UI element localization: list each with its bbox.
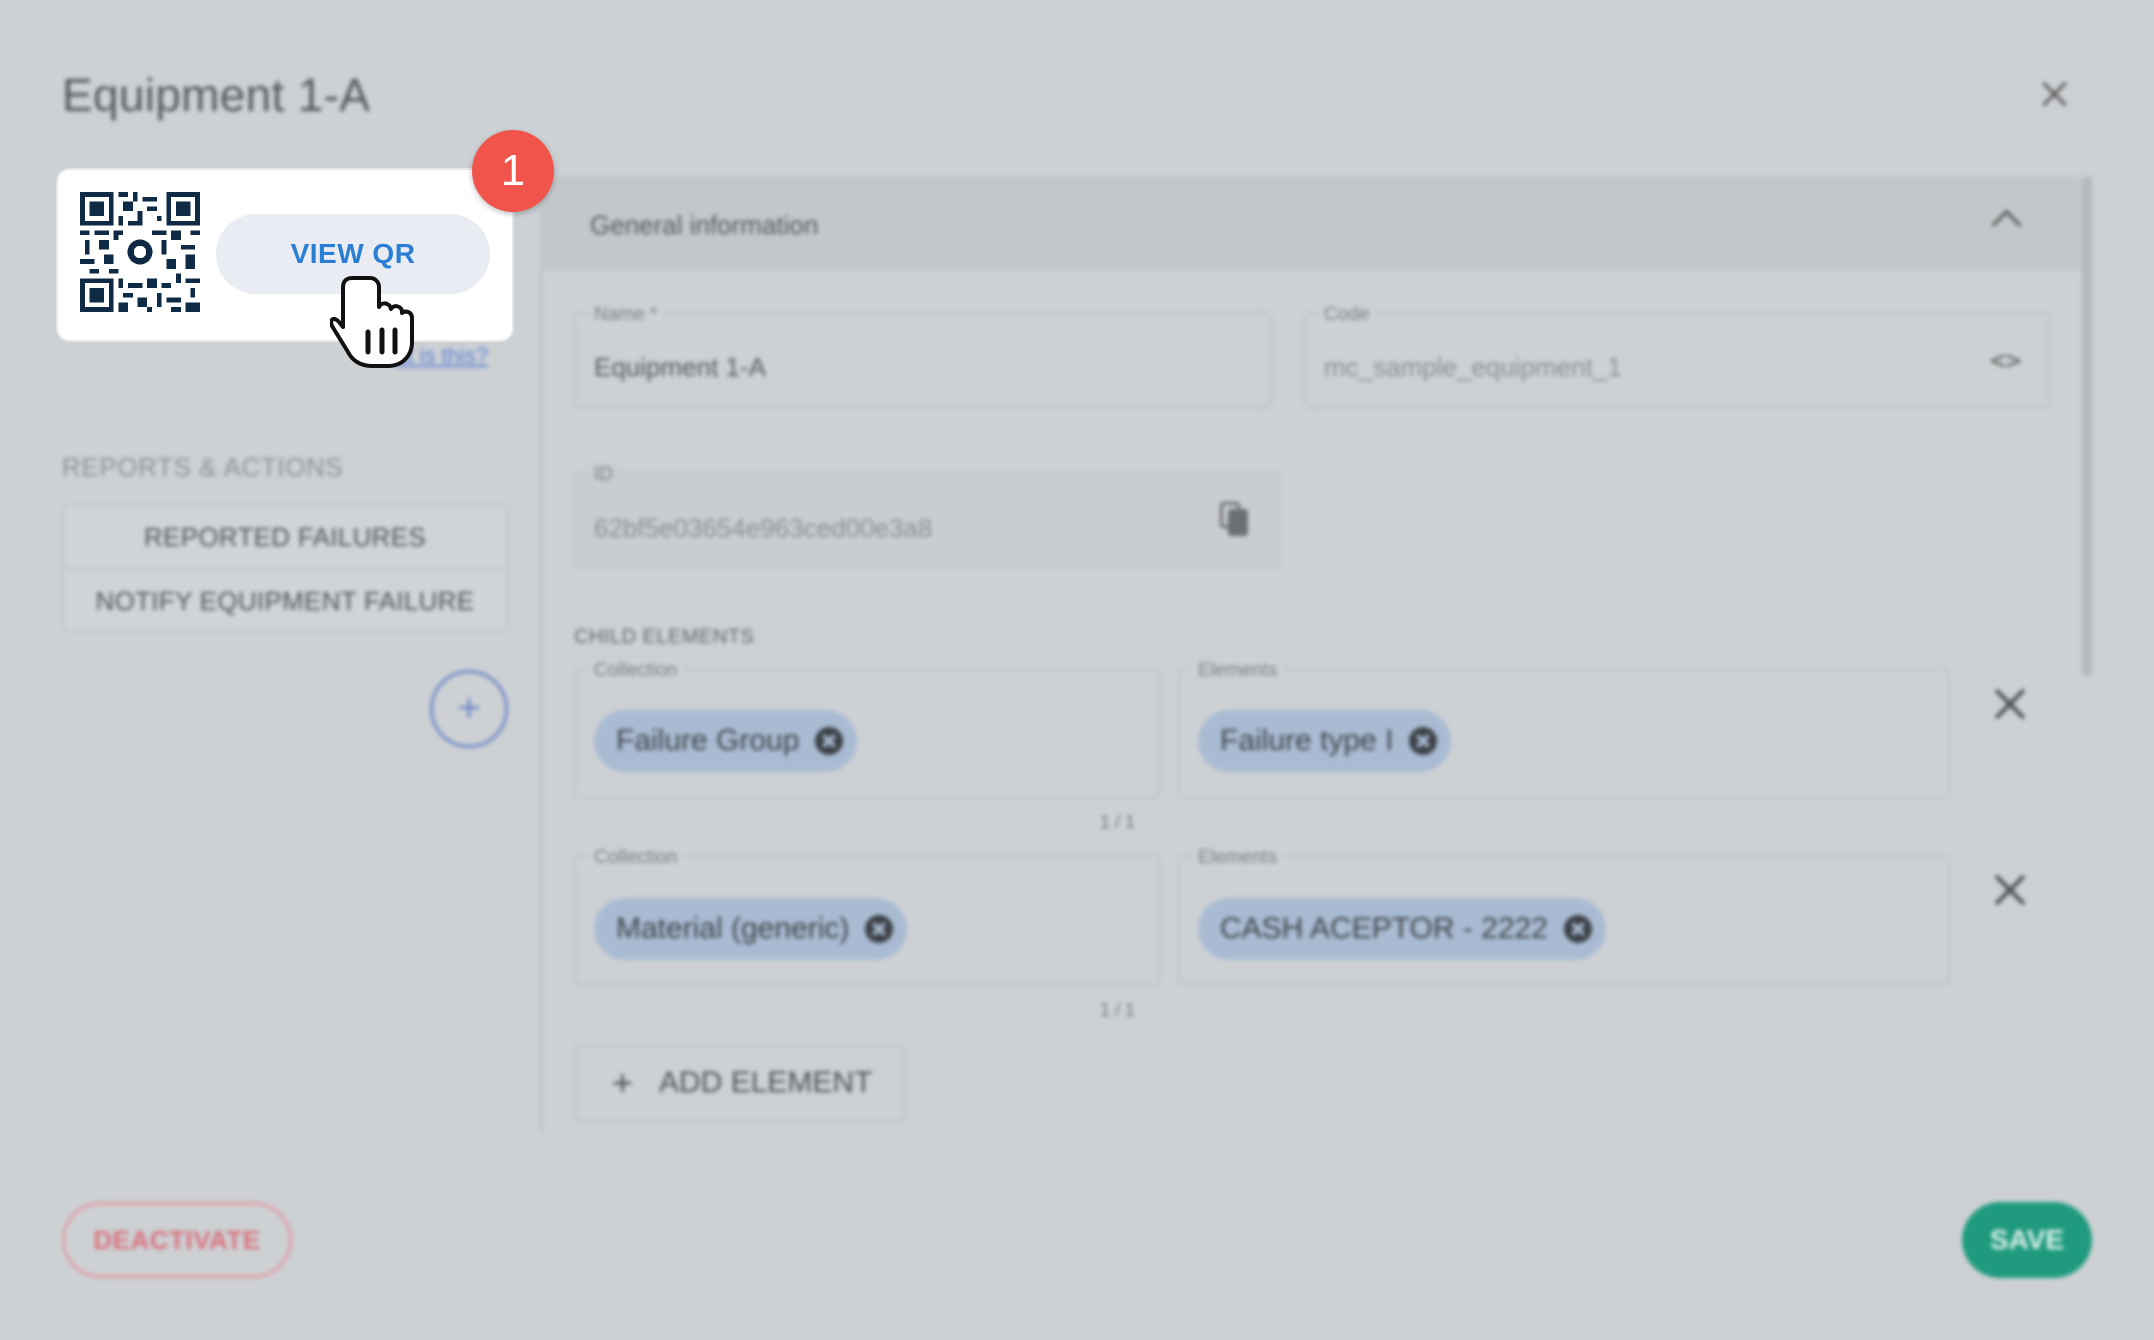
general-info-title: General information: [590, 210, 819, 240]
reports-actions-heading: REPORTS & ACTIONS: [62, 452, 344, 482]
step-badge: 1: [472, 130, 554, 212]
copy-icon[interactable]: [1220, 502, 1248, 536]
remove-chip-icon[interactable]: [1563, 915, 1592, 943]
actions-list: REPORTED FAILURES NOTIFY EQUIPMENT FAILU…: [62, 504, 508, 632]
row-counter: 1 / 1: [1100, 1000, 1136, 1020]
element-chip[interactable]: CASH ACEPTOR - 2222: [1198, 898, 1606, 960]
chip-label: Failure type I: [1220, 724, 1394, 757]
id-label: ID: [588, 464, 619, 486]
remove-chip-icon[interactable]: [815, 727, 844, 755]
close-icon[interactable]: [2036, 76, 2072, 112]
scrollbar[interactable]: [2082, 176, 2092, 676]
plus-icon: +: [457, 686, 481, 730]
chip-label: Failure Group: [616, 724, 800, 757]
code-icon[interactable]: <>: [1990, 346, 2021, 376]
element-chip[interactable]: Failure type I: [1198, 710, 1452, 772]
remove-chip-icon[interactable]: [1409, 727, 1438, 755]
remove-row-icon[interactable]: [1992, 686, 2028, 722]
qr-card: VIEW QR: [58, 170, 512, 340]
add-action-button[interactable]: +: [430, 670, 508, 748]
dialog-title: Equipment 1-A: [62, 69, 371, 121]
name-label: Name *: [588, 304, 664, 326]
code-value[interactable]: mc_sample_equipment_1: [1324, 352, 1622, 383]
reported-failures-button[interactable]: REPORTED FAILURES: [64, 506, 506, 568]
row-counter: 1 / 1: [1100, 812, 1136, 832]
add-element-button[interactable]: + ADD ELEMENT: [574, 1044, 906, 1122]
deactivate-button[interactable]: DEACTIVATE: [62, 1202, 292, 1278]
collection-label: Collection: [588, 660, 684, 682]
qr-code-icon: [80, 192, 200, 312]
collection-label: Collection: [588, 847, 684, 869]
collection-chip[interactable]: Material (generic): [594, 898, 908, 960]
chip-label: Material (generic): [616, 912, 850, 945]
notify-failure-button[interactable]: NOTIFY EQUIPMENT FAILURE: [64, 568, 506, 632]
id-value: 62bf5e03654e963ced00e3a8: [594, 513, 933, 543]
elements-label: Elements: [1192, 660, 1284, 682]
collection-chip[interactable]: Failure Group: [594, 710, 858, 772]
panel-divider: [540, 176, 543, 1134]
code-label: Code: [1318, 304, 1376, 326]
remove-chip-icon[interactable]: [865, 915, 894, 943]
hand-pointer-icon: [330, 276, 414, 368]
name-value[interactable]: Equipment 1-A: [594, 352, 766, 383]
elements-label: Elements: [1192, 847, 1284, 869]
child-elements-heading: CHILD ELEMENTS: [574, 626, 755, 648]
save-button[interactable]: SAVE: [1962, 1202, 2092, 1278]
chip-label: CASH ACEPTOR - 2222: [1220, 912, 1548, 945]
remove-row-icon[interactable]: [1992, 872, 2028, 908]
plus-icon: +: [612, 1062, 634, 1103]
add-element-label: ADD ELEMENT: [659, 1066, 873, 1099]
